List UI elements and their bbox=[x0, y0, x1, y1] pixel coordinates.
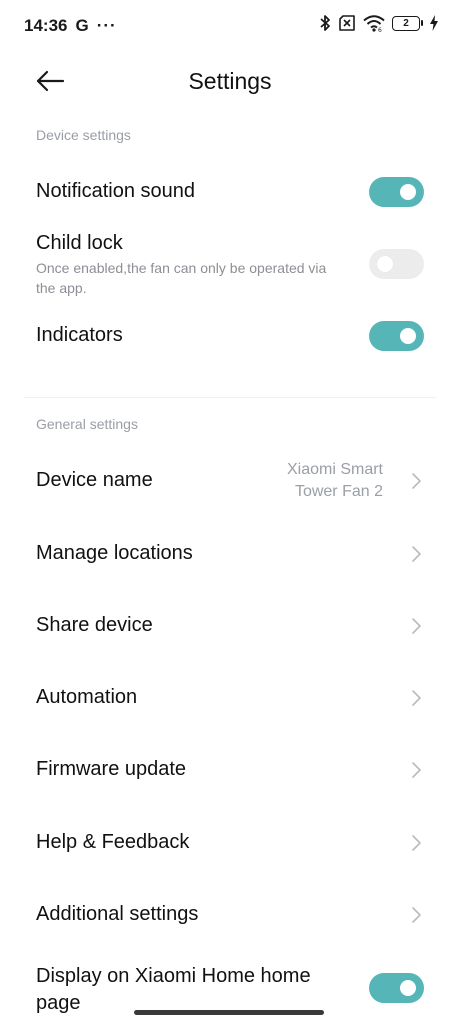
child-lock-row[interactable]: Child lock Once enabled,the fan can only… bbox=[0, 228, 460, 300]
general-settings-label: General settings bbox=[36, 416, 138, 432]
chevron-right-icon bbox=[412, 907, 421, 923]
google-notification-icon: G bbox=[75, 16, 89, 35]
manage-locations-row[interactable]: Manage locations bbox=[0, 532, 460, 576]
no-sim-icon bbox=[339, 15, 355, 31]
device-settings-label: Device settings bbox=[36, 127, 131, 143]
indicators-row[interactable]: Indicators bbox=[0, 314, 460, 358]
share-device-row[interactable]: Share device bbox=[0, 604, 460, 648]
toggle-knob bbox=[400, 980, 416, 996]
status-time: 14:36 bbox=[24, 16, 68, 35]
child-lock-toggle[interactable] bbox=[369, 249, 424, 279]
chevron-right-icon bbox=[412, 690, 421, 706]
notification-sound-toggle[interactable] bbox=[369, 177, 424, 207]
notification-sound-title: Notification sound bbox=[36, 180, 195, 202]
device-name-value-line1: Xiaomi Smart bbox=[286, 461, 383, 478]
chevron-right-icon bbox=[412, 546, 421, 562]
device-name-value-line2: Tower Fan 2 bbox=[294, 483, 383, 500]
chevron-right-icon bbox=[412, 835, 421, 851]
share-device-title: Share device bbox=[36, 614, 153, 636]
child-lock-title: Child lock bbox=[36, 232, 123, 254]
display-home-title-line1: Display on Xiaomi Home home bbox=[36, 965, 311, 987]
help-feedback-title: Help & Feedback bbox=[36, 831, 190, 853]
firmware-update-title: Firmware update bbox=[36, 758, 187, 780]
battery-level: 2 bbox=[392, 15, 420, 31]
display-home-title: Display on Xiaomi Home home page bbox=[36, 963, 311, 1017]
chevron-right-icon bbox=[412, 618, 421, 634]
notification-sound-row[interactable]: Notification sound bbox=[0, 170, 460, 214]
bluetooth-icon bbox=[320, 15, 330, 31]
chevron-right-icon bbox=[412, 762, 421, 778]
header: Settings bbox=[0, 52, 460, 112]
section-divider bbox=[24, 397, 436, 398]
status-right: 6 2 bbox=[319, 14, 438, 32]
automation-row[interactable]: Automation bbox=[0, 676, 460, 720]
automation-title: Automation bbox=[36, 686, 138, 708]
more-notifications-icon: ··· bbox=[96, 16, 117, 35]
toggle-knob bbox=[377, 256, 393, 272]
indicators-title: Indicators bbox=[36, 324, 123, 346]
child-lock-description: Once enabled,the fan can only be operate… bbox=[36, 260, 327, 296]
status-left: 14:36 G ··· bbox=[24, 16, 117, 36]
page-title: Settings bbox=[188, 68, 272, 94]
additional-settings-title: Additional settings bbox=[36, 903, 199, 925]
display-home-row[interactable]: Display on Xiaomi Home home page bbox=[0, 960, 460, 1016]
display-home-toggle[interactable] bbox=[369, 973, 424, 1003]
status-bar: 14:36 G ··· 6 2 bbox=[0, 0, 460, 52]
battery-indicator: 2 bbox=[392, 15, 423, 31]
firmware-update-row[interactable]: Firmware update bbox=[0, 748, 460, 792]
indicators-toggle[interactable] bbox=[369, 321, 424, 351]
chevron-right-icon bbox=[412, 473, 421, 489]
charging-icon bbox=[430, 15, 438, 31]
device-name-row[interactable]: Device name Xiaomi Smart Tower Fan 2 bbox=[0, 452, 460, 510]
wifi-icon: 6 bbox=[363, 14, 385, 32]
toggle-knob bbox=[400, 328, 416, 344]
svg-text:6: 6 bbox=[378, 27, 382, 32]
device-name-title: Device name bbox=[36, 469, 153, 491]
toggle-knob bbox=[400, 184, 416, 200]
device-name-value: Xiaomi Smart Tower Fan 2 bbox=[287, 459, 383, 503]
manage-locations-title: Manage locations bbox=[36, 542, 193, 564]
home-indicator[interactable] bbox=[134, 1010, 324, 1015]
battery-tip bbox=[421, 20, 423, 26]
help-feedback-row[interactable]: Help & Feedback bbox=[0, 821, 460, 865]
additional-settings-row[interactable]: Additional settings bbox=[0, 893, 460, 937]
